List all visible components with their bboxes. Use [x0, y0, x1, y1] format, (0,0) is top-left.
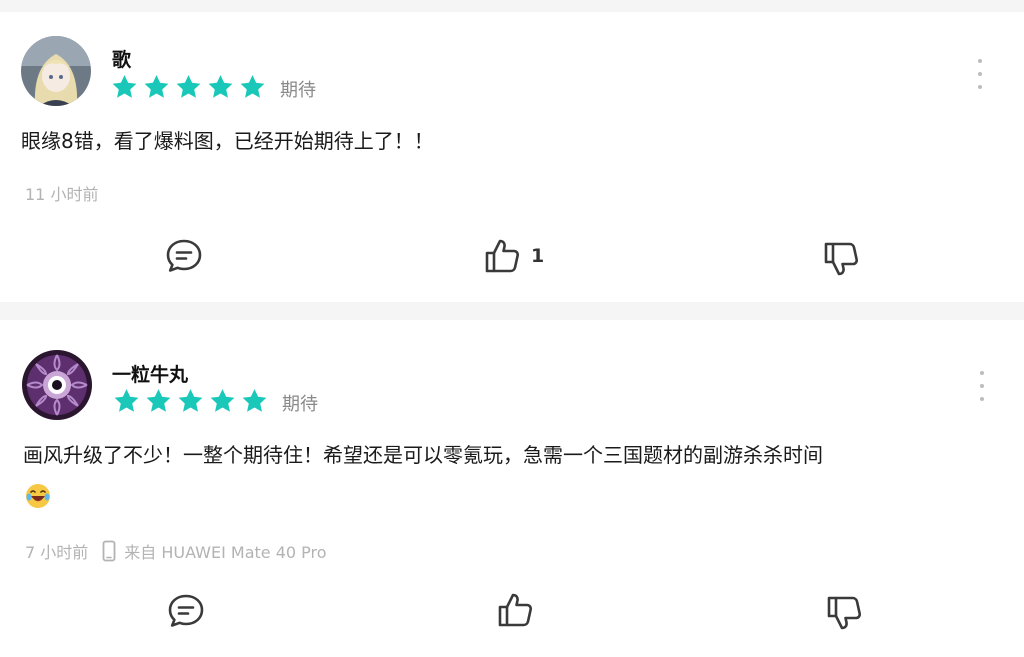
- device-source: 来自 HUAWEI Mate 40 Pro: [124, 543, 327, 562]
- avatar[interactable]: [22, 350, 92, 420]
- star-icon: [112, 387, 141, 415]
- reply-button[interactable]: [167, 593, 205, 629]
- thumbs-down-icon: [824, 242, 859, 276]
- rating-label: 期待: [282, 394, 318, 415]
- more-dot-icon: [978, 72, 982, 76]
- review-card: 一粒牛丸 期待 画风升级了不少！一整个期待住！希望还是可以零氪玩，急需一个三国题…: [0, 320, 1024, 657]
- star-icon: [142, 73, 171, 101]
- purple-eye-avatar-icon: [22, 350, 92, 420]
- timestamp: 11 小时前: [25, 185, 99, 204]
- star-icon: [144, 387, 173, 415]
- more-options-button[interactable]: [972, 59, 988, 89]
- comment-body: 画风升级了不少！一整个期待住！希望还是可以零氪玩，急需一个三国题材的副游杀杀时间: [23, 443, 823, 467]
- reply-button[interactable]: [165, 238, 203, 274]
- more-dot-icon: [980, 397, 984, 401]
- star-icon: [110, 73, 139, 101]
- more-dot-icon: [978, 85, 982, 89]
- like-button[interactable]: 1: [483, 237, 544, 275]
- star-icon: [206, 73, 235, 101]
- star-icon: [238, 73, 267, 101]
- more-dot-icon: [978, 59, 982, 63]
- like-button[interactable]: [496, 591, 534, 629]
- comment-bubble-icon: [168, 594, 204, 627]
- username[interactable]: 一粒牛丸: [112, 360, 188, 387]
- more-options-button[interactable]: [974, 371, 990, 401]
- thumbs-down-icon: [827, 596, 862, 630]
- more-dot-icon: [980, 371, 984, 375]
- thumbs-up-icon: [498, 593, 533, 627]
- dislike-button[interactable]: [822, 240, 860, 278]
- timestamp: 7 小时前: [25, 543, 89, 562]
- phone-icon: [102, 540, 116, 562]
- comment-meta: 7 小时前 来自 HUAWEI Mate 40 Pro: [25, 539, 327, 563]
- thumbs-up-icon: [485, 239, 520, 273]
- more-dot-icon: [980, 384, 984, 388]
- comment-bubble-icon: [166, 239, 202, 272]
- comment-body: 眼缘8错，看了爆料图，已经开始期待上了！！: [21, 129, 434, 153]
- star-icon: [176, 387, 205, 415]
- anime-girl-avatar-icon: [21, 36, 91, 106]
- rating-stars: [110, 73, 267, 101]
- avatar[interactable]: [21, 36, 91, 106]
- dislike-button[interactable]: [825, 594, 863, 632]
- laughing-tears-emoji-icon: [25, 483, 51, 509]
- like-count: 1: [531, 245, 545, 267]
- star-icon: [240, 387, 269, 415]
- comment-meta: 11 小时前: [25, 181, 98, 205]
- rating-stars: [112, 387, 269, 415]
- username[interactable]: 歌: [112, 45, 131, 72]
- star-icon: [208, 387, 237, 415]
- rating-label: 期待: [280, 80, 316, 101]
- review-card: 歌 期待 眼缘8错，看了爆料图，已经开始期待上了！！ 11 小时前 1: [0, 12, 1024, 302]
- star-icon: [174, 73, 203, 101]
